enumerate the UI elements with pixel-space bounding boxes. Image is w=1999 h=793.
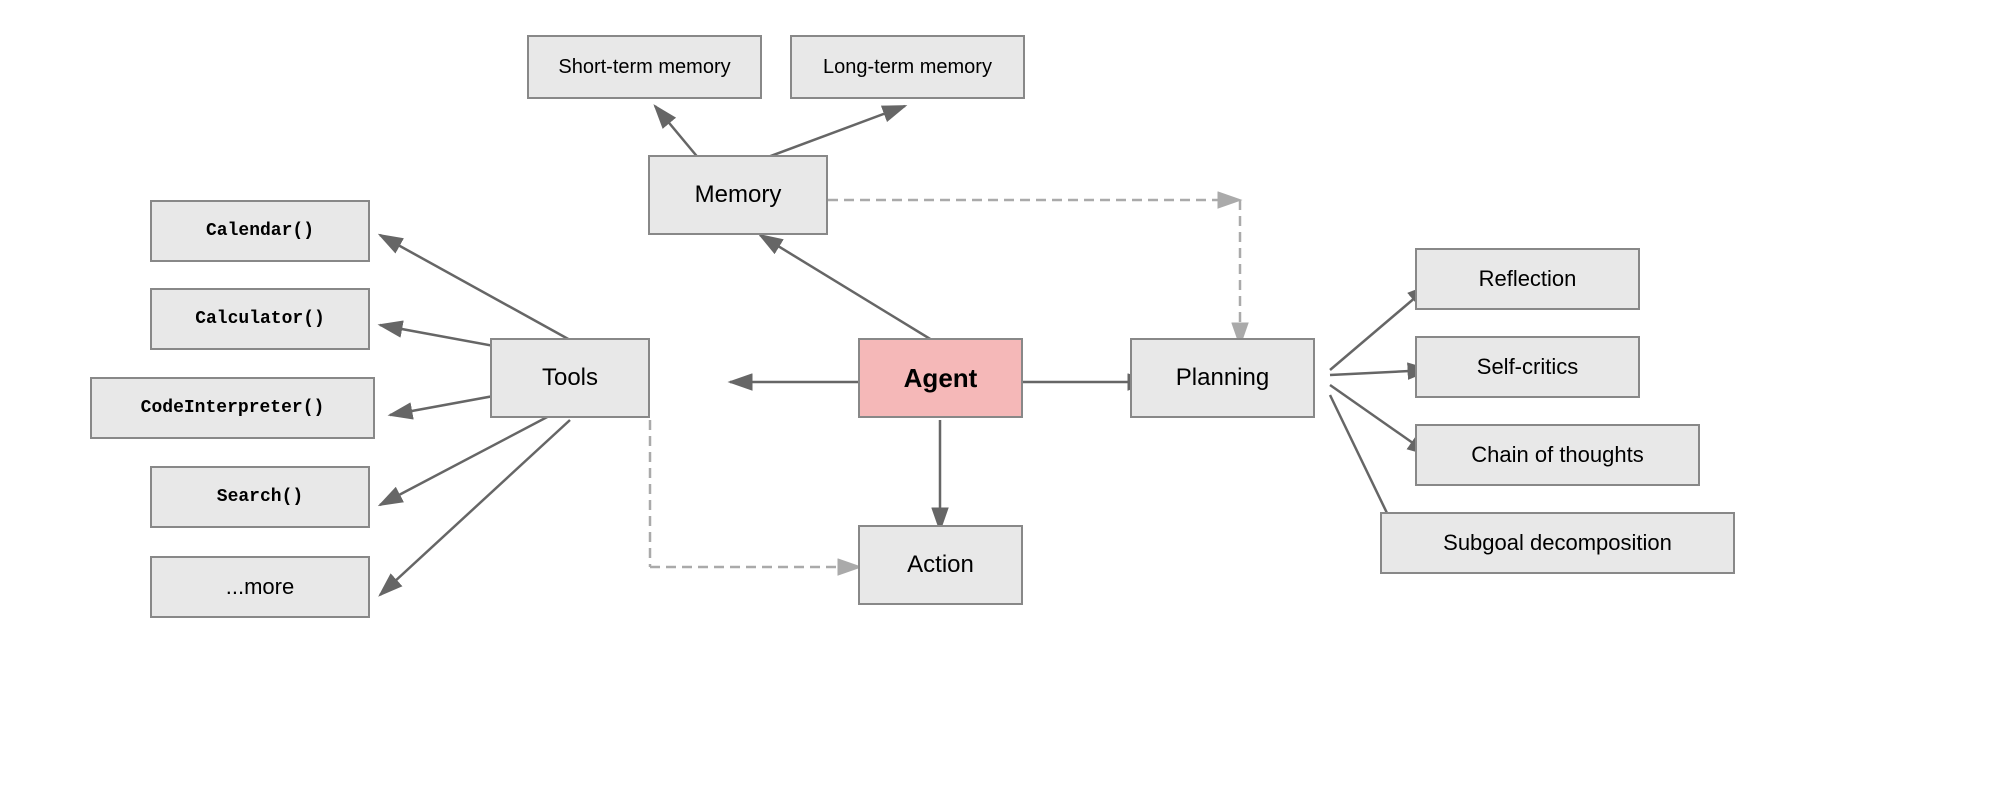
tools-node: Tools	[490, 338, 650, 418]
planning-label: Planning	[1176, 364, 1269, 392]
chain-of-thoughts-node: Chain of thoughts	[1415, 424, 1700, 486]
calendar-label: Calendar()	[206, 221, 314, 241]
agent-label: Agent	[904, 363, 978, 394]
subgoal-decomposition-node: Subgoal decomposition	[1380, 512, 1735, 574]
self-critics-node: Self-critics	[1415, 336, 1640, 398]
code-interpreter-label: CodeInterpreter()	[141, 398, 325, 418]
reflection-label: Reflection	[1479, 266, 1577, 292]
search-label: Search()	[217, 487, 303, 507]
memory-label: Memory	[695, 181, 782, 209]
calendar-node: Calendar()	[150, 200, 370, 262]
agent-node: Agent	[858, 338, 1023, 418]
search-node: Search()	[150, 466, 370, 528]
more-node: ...more	[150, 556, 370, 618]
planning-node: Planning	[1130, 338, 1315, 418]
self-critics-label: Self-critics	[1477, 354, 1578, 380]
long-term-memory-label: Long-term memory	[823, 56, 992, 79]
short-term-memory-node: Short-term memory	[527, 35, 762, 99]
action-node: Action	[858, 525, 1023, 605]
long-term-memory-node: Long-term memory	[790, 35, 1025, 99]
calculator-label: Calculator()	[195, 309, 325, 329]
short-term-memory-label: Short-term memory	[558, 56, 730, 79]
code-interpreter-node: CodeInterpreter()	[90, 377, 375, 439]
subgoal-label: Subgoal decomposition	[1443, 530, 1672, 556]
calculator-node: Calculator()	[150, 288, 370, 350]
diagram: Short-term memory Long-term memory Memor…	[0, 0, 1999, 793]
memory-node: Memory	[648, 155, 828, 235]
chain-of-thoughts-label: Chain of thoughts	[1471, 442, 1643, 468]
reflection-node: Reflection	[1415, 248, 1640, 310]
tools-label: Tools	[542, 364, 598, 392]
action-label: Action	[907, 551, 974, 579]
more-label: ...more	[226, 574, 294, 600]
